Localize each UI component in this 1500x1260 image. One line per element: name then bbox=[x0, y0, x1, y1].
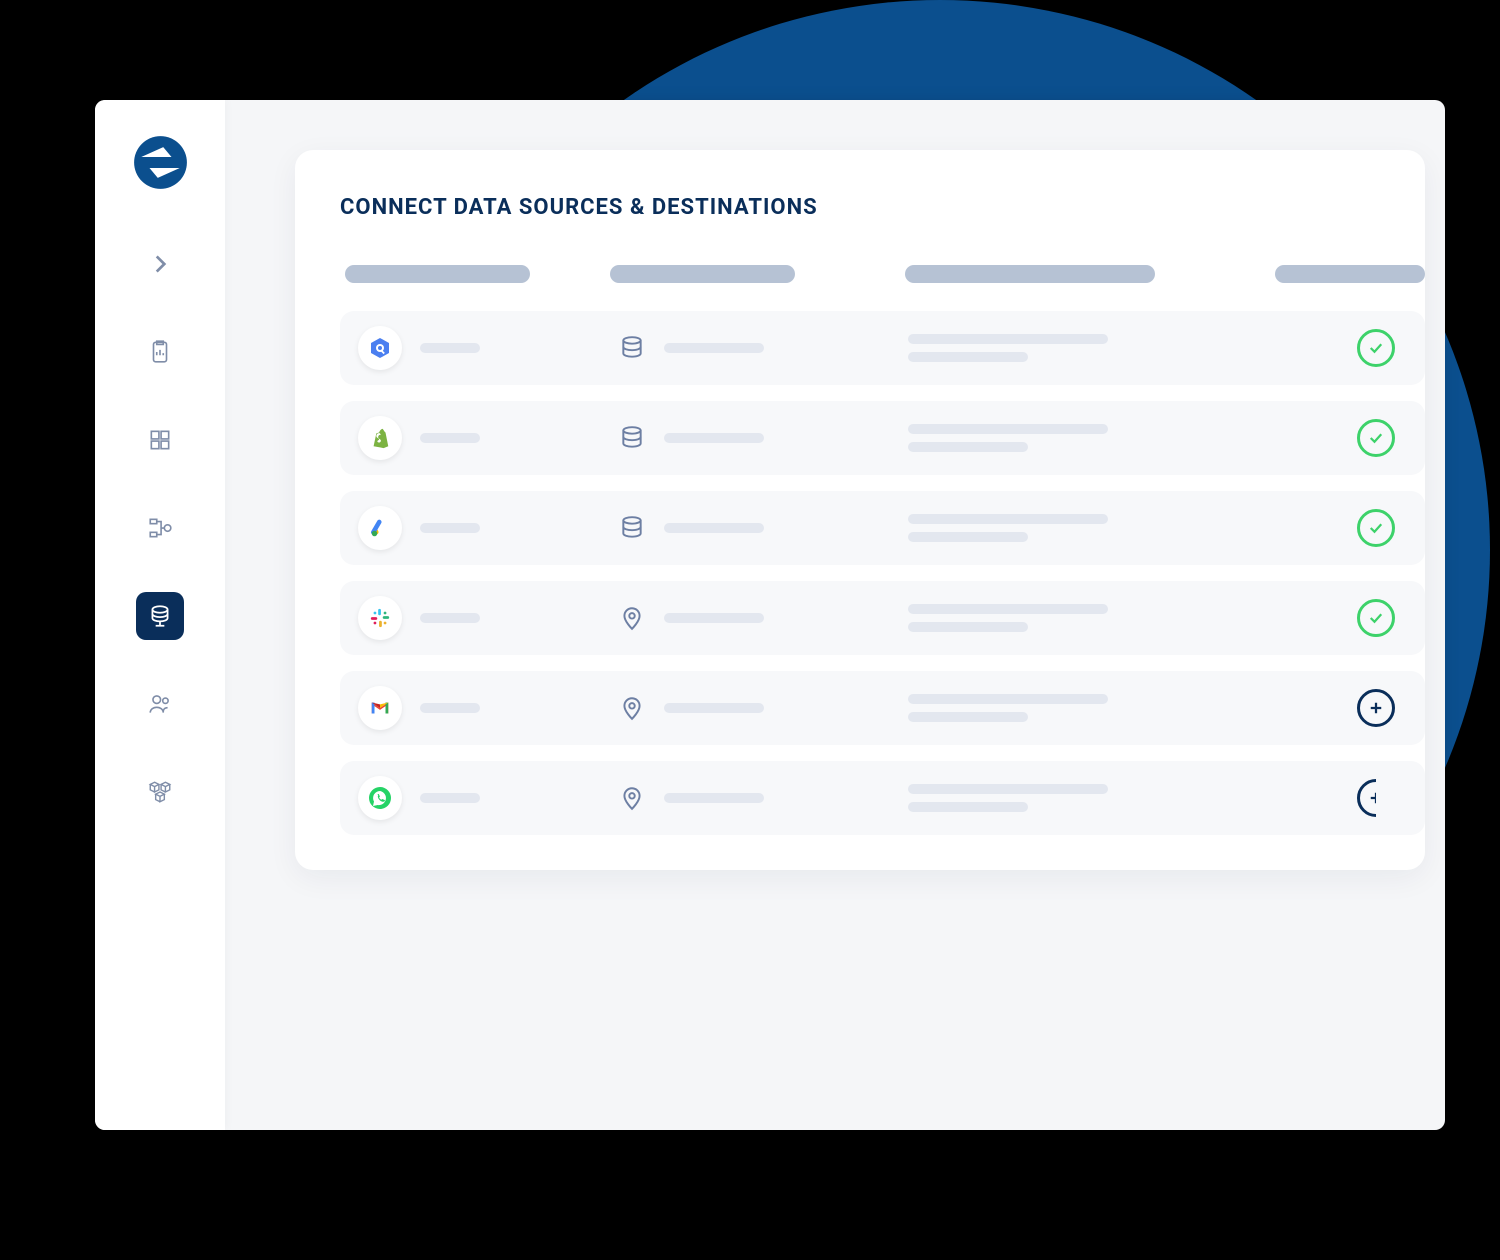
app-window: CONNECT DATA SOURCES & DESTINATIONS bbox=[95, 100, 1445, 1130]
placeholder-bar bbox=[420, 523, 480, 533]
placeholder-bar bbox=[420, 793, 480, 803]
column-header-placeholder bbox=[1275, 265, 1425, 283]
column-header-placeholder bbox=[905, 265, 1155, 283]
placeholder-bar bbox=[908, 424, 1108, 434]
connections-panel: CONNECT DATA SOURCES & DESTINATIONS bbox=[295, 150, 1425, 870]
connection-row[interactable] bbox=[340, 311, 1425, 385]
sidebar-expand-toggle[interactable] bbox=[136, 240, 184, 288]
panel-title: CONNECT DATA SOURCES & DESTINATIONS bbox=[340, 195, 1425, 220]
status-ok-icon[interactable] bbox=[1357, 599, 1395, 637]
status-ok-icon[interactable] bbox=[1357, 419, 1395, 457]
connection-row[interactable] bbox=[340, 761, 1425, 835]
placeholder-bar bbox=[664, 793, 764, 803]
whatsapp-icon bbox=[358, 776, 402, 820]
gmail-icon bbox=[358, 686, 402, 730]
status-add-icon[interactable] bbox=[1357, 779, 1395, 817]
status-add-icon[interactable] bbox=[1357, 689, 1395, 727]
placeholder-bar bbox=[664, 613, 764, 623]
placeholder-bar bbox=[420, 343, 480, 353]
sidebar-item-reports[interactable] bbox=[136, 328, 184, 376]
database-icon bbox=[618, 425, 646, 451]
connection-rows bbox=[340, 311, 1425, 835]
sidebar bbox=[95, 100, 225, 1130]
placeholder-bar bbox=[908, 334, 1108, 344]
connection-row[interactable] bbox=[340, 491, 1425, 565]
location-pin-icon bbox=[618, 785, 646, 811]
sidebar-item-team[interactable] bbox=[136, 680, 184, 728]
connection-row[interactable] bbox=[340, 671, 1425, 745]
slack-icon bbox=[358, 596, 402, 640]
database-icon bbox=[618, 335, 646, 361]
bigquery-icon bbox=[358, 326, 402, 370]
column-header-placeholder bbox=[610, 265, 795, 283]
placeholder-bar bbox=[908, 784, 1108, 794]
placeholder-bar bbox=[664, 703, 764, 713]
placeholder-bar bbox=[908, 532, 1028, 542]
placeholder-bar bbox=[908, 442, 1028, 452]
sidebar-item-apps[interactable] bbox=[136, 416, 184, 464]
placeholder-bar bbox=[420, 613, 480, 623]
database-icon bbox=[618, 515, 646, 541]
column-headers bbox=[340, 265, 1425, 283]
placeholder-bar bbox=[908, 622, 1028, 632]
location-pin-icon bbox=[618, 695, 646, 721]
placeholder-bar bbox=[420, 433, 480, 443]
main-content: CONNECT DATA SOURCES & DESTINATIONS bbox=[225, 100, 1445, 1130]
placeholder-bar bbox=[908, 352, 1028, 362]
placeholder-bar bbox=[420, 703, 480, 713]
brand-logo bbox=[133, 135, 188, 190]
placeholder-bar bbox=[664, 343, 764, 353]
location-pin-icon bbox=[618, 605, 646, 631]
sidebar-item-connections[interactable] bbox=[136, 592, 184, 640]
placeholder-bar bbox=[664, 523, 764, 533]
placeholder-bar bbox=[908, 712, 1028, 722]
connection-row[interactable] bbox=[340, 581, 1425, 655]
sidebar-item-packages[interactable] bbox=[136, 768, 184, 816]
google-ads-icon bbox=[358, 506, 402, 550]
status-ok-icon[interactable] bbox=[1357, 509, 1395, 547]
placeholder-bar bbox=[908, 802, 1028, 812]
placeholder-bar bbox=[664, 433, 764, 443]
placeholder-bar bbox=[908, 514, 1108, 524]
status-ok-icon[interactable] bbox=[1357, 329, 1395, 367]
column-header-placeholder bbox=[345, 265, 530, 283]
sidebar-item-pipelines[interactable] bbox=[136, 504, 184, 552]
placeholder-bar bbox=[908, 694, 1108, 704]
shopify-icon bbox=[358, 416, 402, 460]
placeholder-bar bbox=[908, 604, 1108, 614]
connection-row[interactable] bbox=[340, 401, 1425, 475]
